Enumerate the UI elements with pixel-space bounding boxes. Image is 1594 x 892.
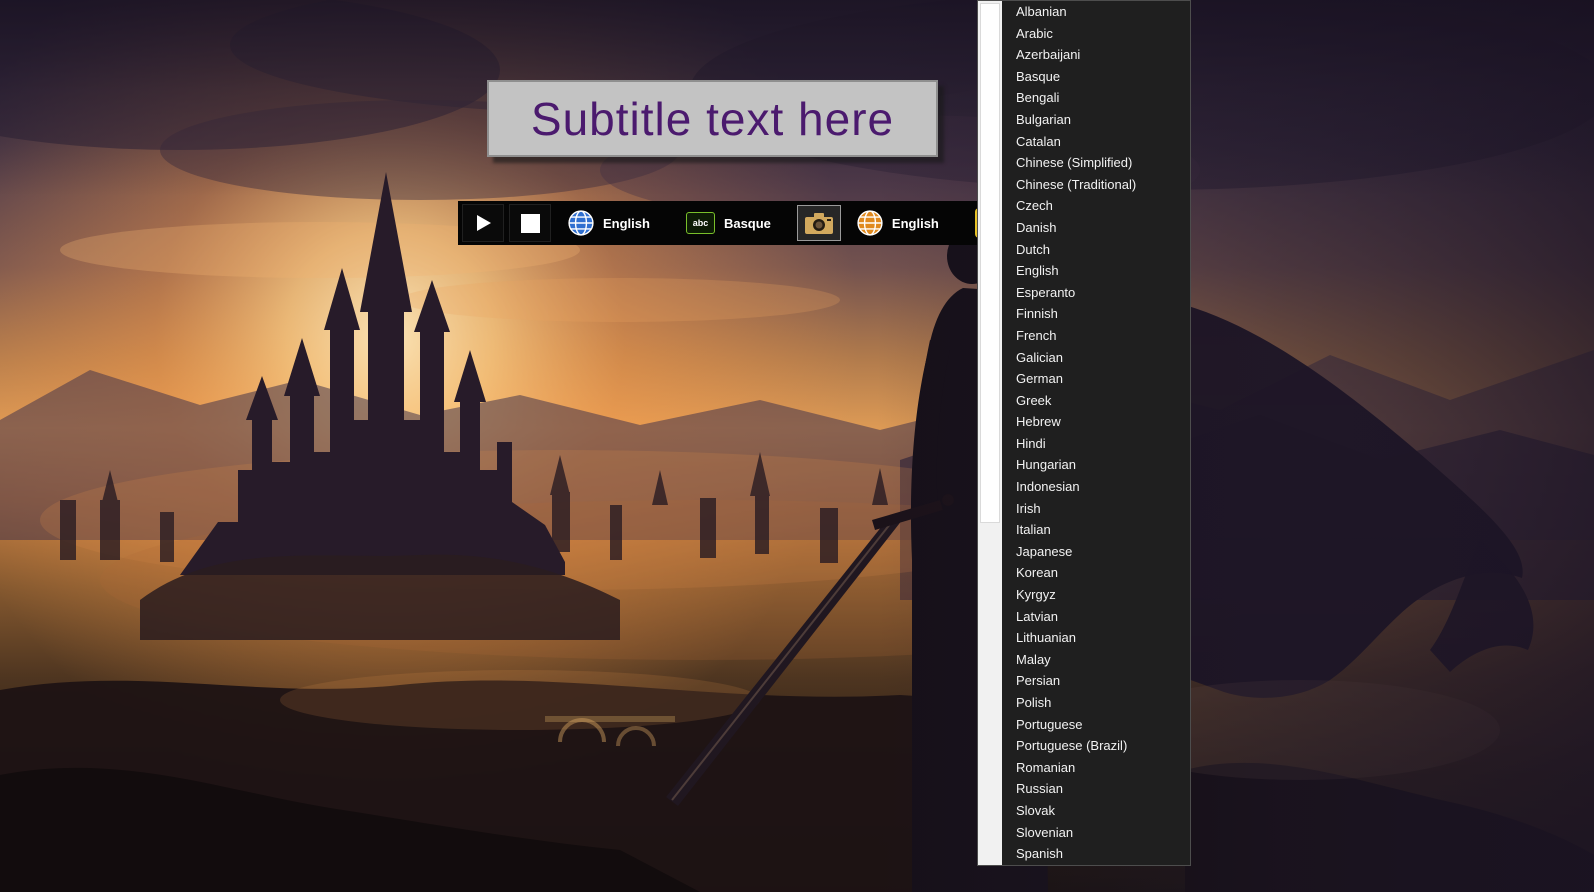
language-option[interactable]: Italian — [1016, 519, 1190, 541]
language-option[interactable]: Hungarian — [1016, 454, 1190, 476]
scrollbar-thumb[interactable] — [980, 3, 1000, 523]
language-option[interactable]: Albanian — [1016, 1, 1190, 23]
language-option[interactable]: Basque — [1016, 66, 1190, 88]
language-option[interactable]: Latvian — [1016, 606, 1190, 628]
language-option[interactable]: Irish — [1016, 498, 1190, 520]
language-option[interactable]: Korean — [1016, 562, 1190, 584]
language-option[interactable]: Czech — [1016, 195, 1190, 217]
subtitle-text: Subtitle text here — [531, 92, 894, 146]
camera-icon — [804, 211, 834, 235]
globe-icon — [568, 210, 594, 236]
language-option[interactable]: Hindi — [1016, 433, 1190, 455]
source-language-label: English — [603, 216, 650, 231]
language-option[interactable]: Arabic — [1016, 23, 1190, 45]
language-option[interactable]: Lithuanian — [1016, 627, 1190, 649]
language-option[interactable]: Dutch — [1016, 239, 1190, 261]
subtitle-language-selector[interactable]: abc Basque — [686, 212, 771, 234]
language-option[interactable]: Galician — [1016, 347, 1190, 369]
stop-button[interactable] — [509, 204, 551, 242]
language-option[interactable]: Chinese (Simplified) — [1016, 152, 1190, 174]
app-window: Subtitle text here English — [0, 0, 1594, 892]
language-option[interactable]: Persian — [1016, 670, 1190, 692]
language-option[interactable]: Chinese (Traditional) — [1016, 174, 1190, 196]
subtitles-abc-icon: abc — [686, 212, 715, 234]
language-option[interactable]: English — [1016, 260, 1190, 282]
language-option[interactable]: Polish — [1016, 692, 1190, 714]
ocr-language-label: English — [892, 216, 939, 231]
language-option[interactable]: Spanish — [1016, 843, 1190, 865]
play-icon — [473, 213, 493, 233]
language-option[interactable]: Indonesian — [1016, 476, 1190, 498]
subtitle-overlay[interactable]: Subtitle text here — [487, 80, 938, 157]
source-language-selector[interactable]: English — [568, 210, 650, 236]
language-option[interactable]: Slovak — [1016, 800, 1190, 822]
language-option[interactable]: Greek — [1016, 390, 1190, 412]
language-option[interactable]: French — [1016, 325, 1190, 347]
language-option[interactable]: Japanese — [1016, 541, 1190, 563]
globe-icon — [857, 210, 883, 236]
playback-toolbar: English abc Basque — [458, 201, 1018, 245]
play-button[interactable] — [462, 204, 504, 242]
language-option[interactable]: Hebrew — [1016, 411, 1190, 433]
language-option[interactable]: Bengali — [1016, 87, 1190, 109]
language-option[interactable]: Malay — [1016, 649, 1190, 671]
subtitle-language-label: Basque — [724, 216, 771, 231]
language-dropdown: AlbanianArabicAzerbaijaniBasqueBengaliBu… — [977, 0, 1191, 866]
language-option[interactable]: Russian — [1016, 778, 1190, 800]
language-list: AlbanianArabicAzerbaijaniBasqueBengaliBu… — [1002, 1, 1190, 865]
screenshot-button[interactable] — [797, 205, 841, 241]
ocr-language-selector[interactable]: English — [857, 210, 939, 236]
language-option[interactable]: Esperanto — [1016, 282, 1190, 304]
language-option[interactable]: Portuguese — [1016, 714, 1190, 736]
language-option[interactable]: Azerbaijani — [1016, 44, 1190, 66]
language-option[interactable]: Slovenian — [1016, 822, 1190, 844]
language-option[interactable]: Bulgarian — [1016, 109, 1190, 131]
language-option[interactable]: Romanian — [1016, 757, 1190, 779]
language-option[interactable]: Kyrgyz — [1016, 584, 1190, 606]
language-option[interactable]: Portuguese (Brazil) — [1016, 735, 1190, 757]
stop-icon — [521, 214, 540, 233]
language-option[interactable]: Finnish — [1016, 303, 1190, 325]
dropdown-scrollbar[interactable] — [978, 1, 1002, 865]
language-option[interactable]: German — [1016, 368, 1190, 390]
language-option[interactable]: Catalan — [1016, 131, 1190, 153]
language-option[interactable]: Danish — [1016, 217, 1190, 239]
